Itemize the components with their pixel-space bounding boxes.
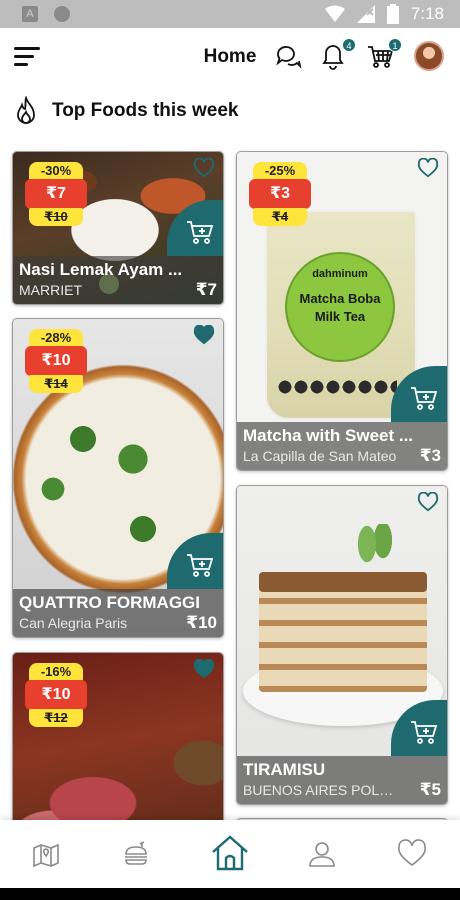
cart-button[interactable]: 1 [366,38,402,72]
discount-percent: -25% [253,162,307,180]
signal-icon [356,5,375,23]
food-price: ₹5 [419,780,441,799]
section-title: Top Foods this week [52,100,239,121]
add-cart-icon [411,721,438,744]
notification-count-badge: 4 [342,38,356,52]
favorite-heart-icon[interactable] [193,324,217,347]
sync-icon [54,6,70,22]
food-card-tiramisu[interactable]: TIRAMISU BUENOS AIRES POLO ... ₹5 [236,485,448,805]
favorite-heart-icon[interactable] [417,157,441,180]
chat-button[interactable] [274,42,304,72]
card-info-bar: Matcha with Sweet ... La Capilla de San … [237,422,447,470]
favorite-heart-icon[interactable] [417,491,441,514]
restaurant-name: MARRIET [19,282,82,298]
food-price: ₹7 [195,280,217,299]
favorite-heart-icon[interactable] [193,658,217,681]
restaurant-name: Can Alegria Paris [19,615,128,631]
nav-favorites[interactable] [396,838,430,872]
status-time: 7:18 [410,4,444,23]
avatar[interactable] [414,41,444,71]
discounted-price: ₹7 [25,179,87,209]
section-header: Top Foods this week [14,96,239,126]
food-name: QUATTRO FORMAGGI [19,593,200,612]
chat-icon [276,46,302,69]
wifi-icon [324,5,345,22]
discounted-price: ₹10 [25,680,87,710]
notifications-button[interactable]: 4 [320,38,356,72]
heart-icon [398,839,426,866]
food-price: ₹3 [419,446,441,465]
cup-brand: dahminum [312,268,368,280]
restaurant-name: La Capilla de San Mateo [243,448,397,464]
discount-percent: -16% [29,663,83,681]
discount-percent: -28% [29,329,83,347]
food-card-quattro-formaggi[interactable]: -28% ₹10 ₹14 QUATTRO FORMAGGI Can Alegri… [12,318,224,638]
original-price: ₹12 [29,709,83,727]
discounted-price: ₹10 [25,346,87,376]
food-price: ₹10 [186,613,217,632]
original-price: ₹14 [29,375,83,393]
discount-badge: -30% ₹7 ₹10 [25,162,87,226]
menu-icon[interactable] [14,47,42,67]
food-card-nasi-lemak[interactable]: -30% ₹7 ₹10 Nasi Lemak Ayam ... MARRIET … [12,151,224,305]
discount-badge: -25% ₹3 ₹4 [249,162,311,226]
discount-badge: -28% ₹10 ₹14 [25,329,87,393]
card-info-bar: QUATTRO FORMAGGI Can Alegria Paris ₹10 [13,589,223,637]
add-cart-icon [187,554,214,577]
user-icon [309,842,335,867]
food-name: Nasi Lemak Ayam ... [19,260,183,279]
food-card-matcha[interactable]: dahminum Matcha Boba Milk Tea -25% ₹3 ₹4… [236,151,448,471]
system-navigation-bar [0,888,460,900]
nav-home[interactable] [210,834,250,874]
discount-percent: -30% [29,162,83,180]
cup-label: Matcha Boba Milk Tea [299,291,381,324]
card-info-bar: TIRAMISU BUENOS AIRES POLO ... ₹5 [237,756,447,804]
map-icon [33,843,59,868]
cart-count-badge: 1 [388,38,402,52]
app-header: Home 4 1 [0,28,460,86]
bottom-navigation [0,820,460,888]
add-cart-icon [187,221,214,244]
card-info-bar: Nasi Lemak Ayam ... MARRIET ₹7 [13,256,223,304]
favorite-heart-icon[interactable] [193,157,217,180]
nav-profile[interactable] [306,838,340,872]
flame-icon [17,96,35,124]
original-price: ₹4 [253,208,307,226]
nav-map[interactable] [30,838,64,872]
discount-badge: -16% ₹10 ₹12 [25,663,87,727]
battery-icon [386,4,399,24]
restaurant-name: BUENOS AIRES POLO ... [243,782,397,798]
nav-food[interactable] [120,838,154,872]
original-price: ₹10 [29,208,83,226]
add-cart-icon [411,387,438,410]
food-name: TIRAMISU [243,760,326,779]
discounted-price: ₹3 [249,179,311,209]
status-bar: A 7:18 [0,0,460,28]
burger-icon [125,841,147,865]
food-name: Matcha with Sweet ... [243,426,414,445]
home-icon [212,835,248,871]
app-notification-icon: A [22,6,38,22]
